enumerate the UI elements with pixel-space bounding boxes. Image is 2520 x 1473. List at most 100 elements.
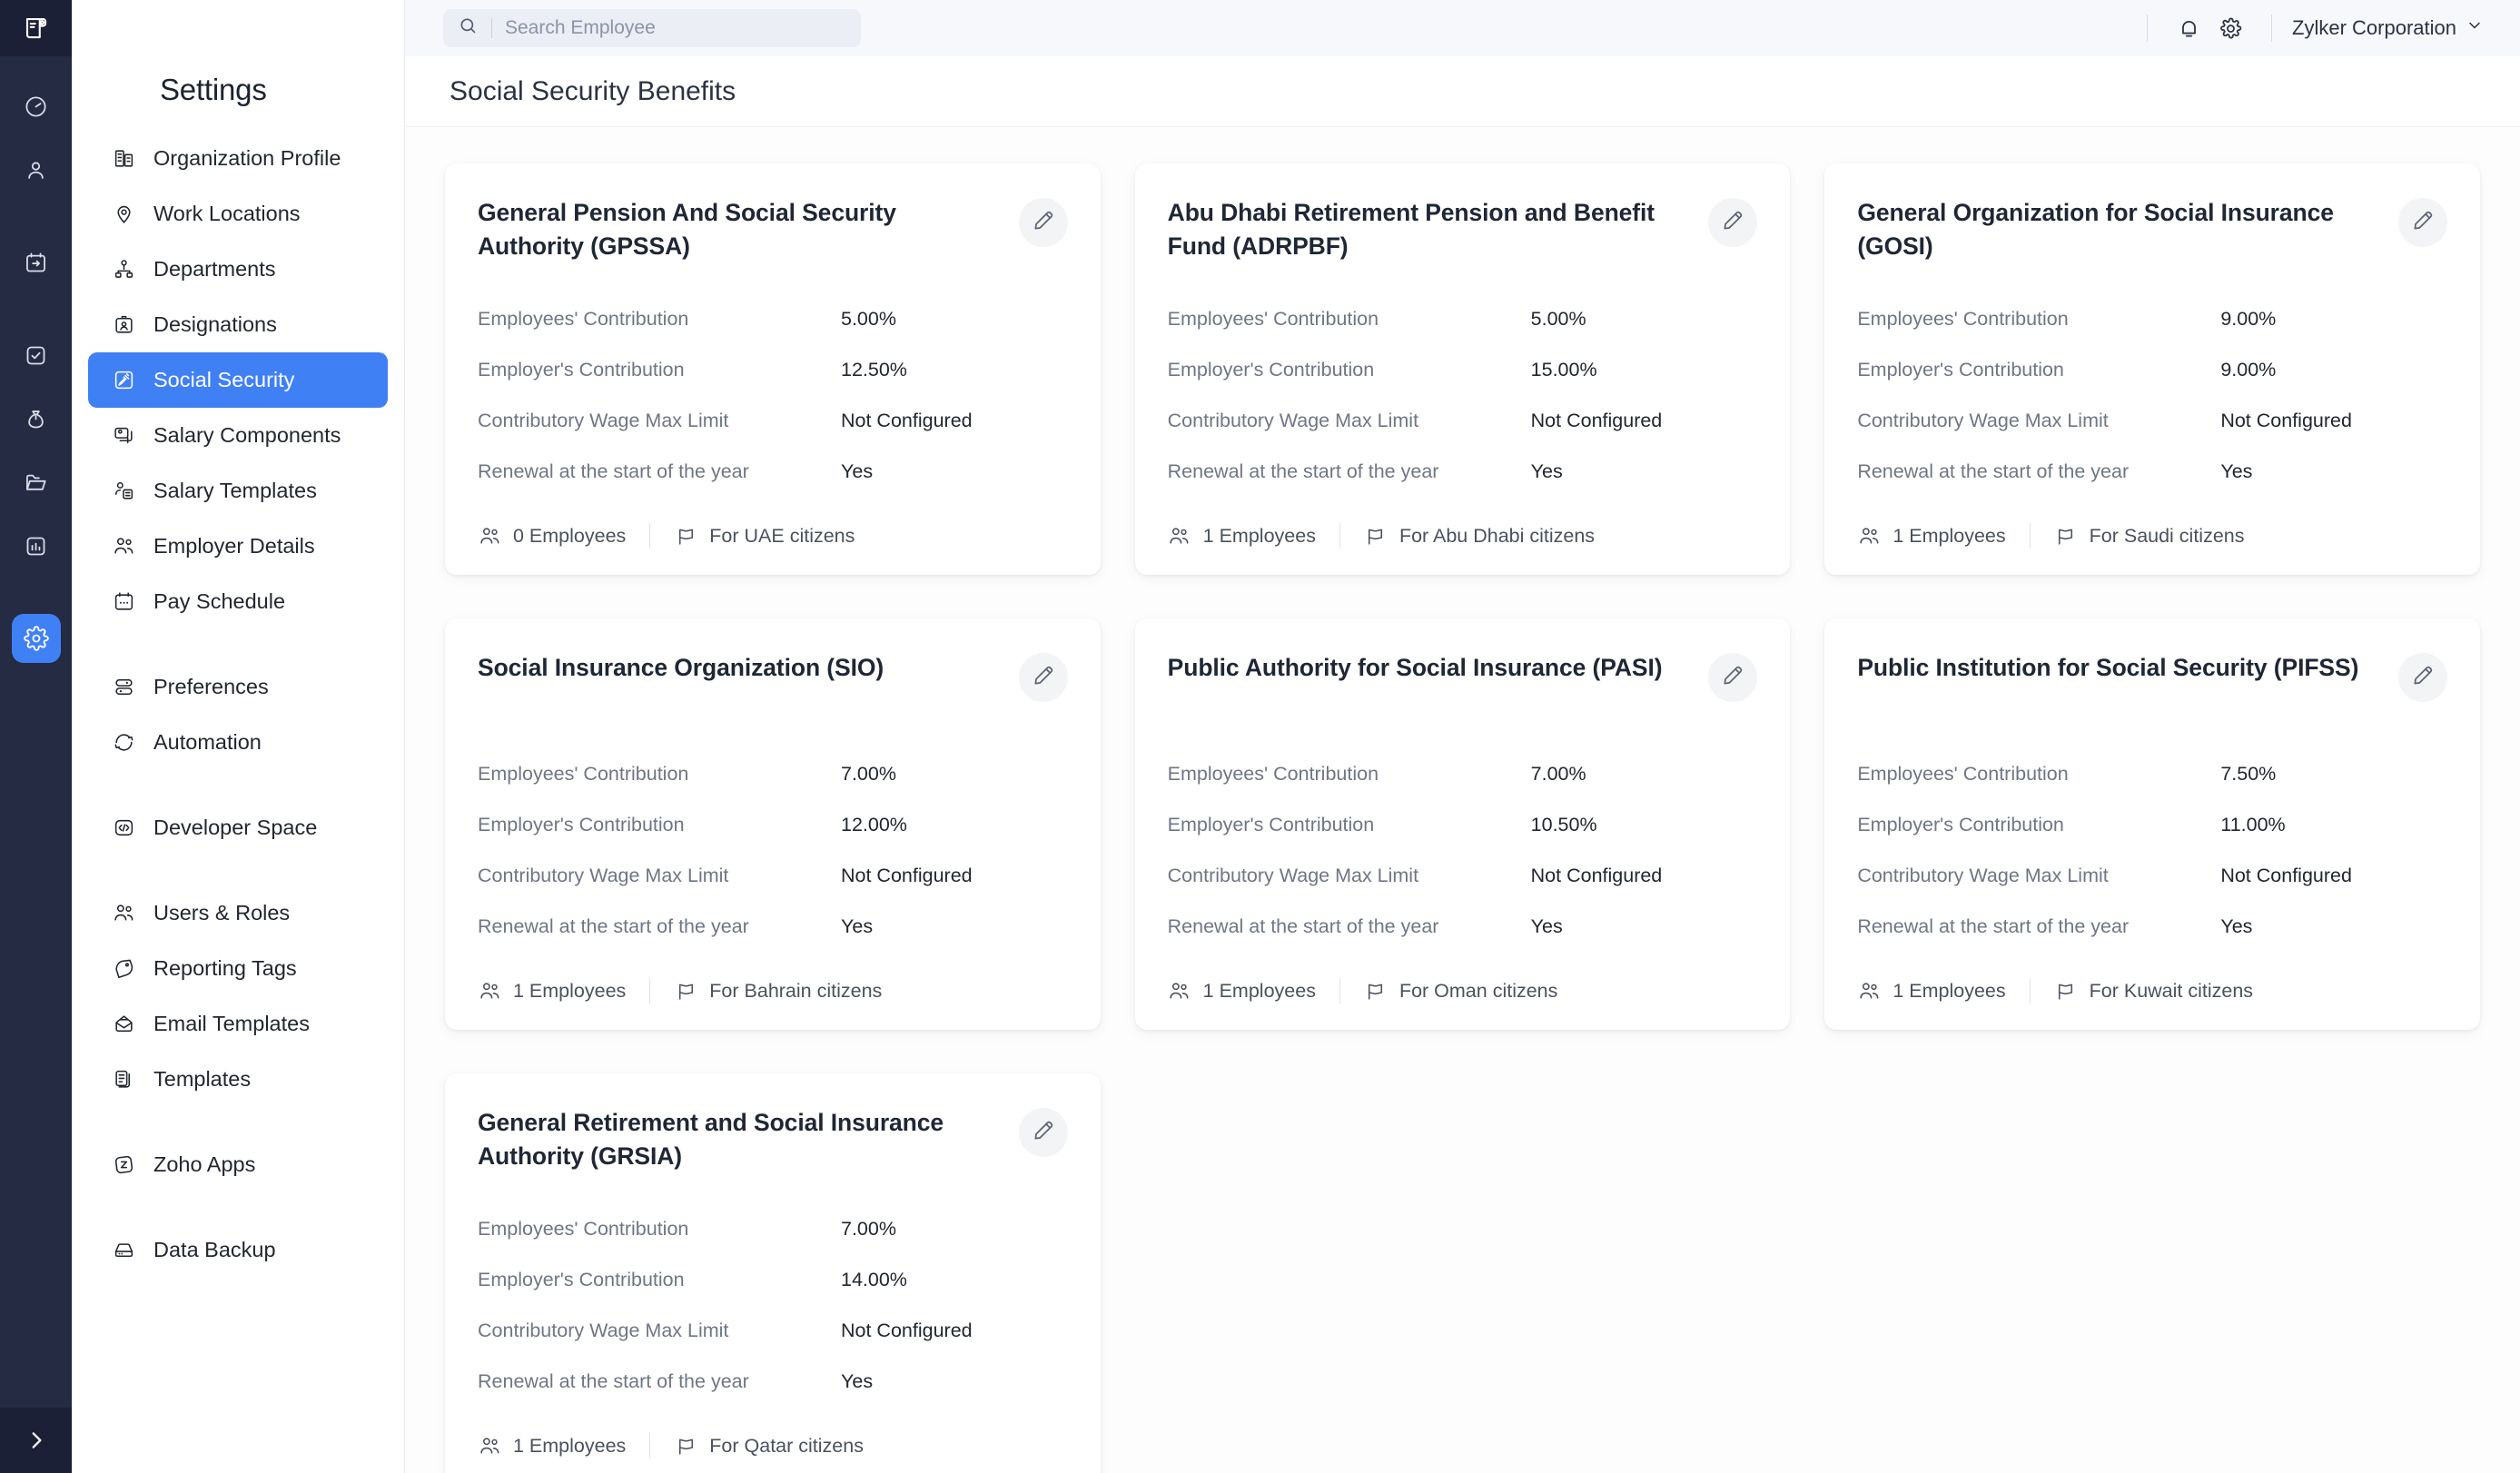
sidebar-item-work-locations[interactable]: Work Locations (88, 186, 388, 242)
row-value: 11.00% (2220, 813, 2286, 835)
rail-item-pay-runs[interactable] (12, 238, 61, 287)
rail-item-list (11, 56, 61, 663)
tag-icon (112, 957, 135, 981)
footer-divider (1339, 523, 1340, 549)
benefit-card-1[interactable]: Abu Dhabi Retirement Pension and Benefit… (1134, 163, 1791, 576)
search-box[interactable] (443, 9, 861, 47)
row-label: Employees' Contribution (1167, 307, 1379, 330)
row-value: 12.00% (841, 813, 907, 835)
row-label: Contributory Wage Max Limit (478, 409, 729, 431)
sidebar-expand-button[interactable] (0, 1408, 72, 1473)
sidebar-item-employer-details[interactable]: Employer Details (88, 519, 388, 574)
flag-icon (1364, 979, 1388, 1003)
edit-button[interactable] (1018, 653, 1068, 703)
people-icon (112, 535, 135, 559)
card-footer: 0 Employees For UAE citizens (478, 497, 1068, 575)
search-input[interactable] (505, 17, 846, 39)
person-doc-icon (112, 479, 135, 503)
edit-button[interactable] (1708, 653, 1758, 703)
rail-item-dashboard[interactable] (12, 82, 61, 131)
detail-row: Employees' Contribution 7.00% (1168, 748, 1758, 799)
row-value: Not Configured (841, 409, 973, 431)
sidebar-item-label: Salary Templates (153, 479, 317, 502)
edit-button[interactable] (1018, 1108, 1068, 1158)
topbar-divider (2147, 15, 2149, 42)
rail-item-settings[interactable] (11, 614, 61, 663)
rail-item-loans[interactable] (12, 394, 61, 443)
rail-item-documents[interactable] (12, 458, 61, 507)
rail-item-employees[interactable] (12, 145, 61, 194)
sidebar-item-pay-schedule[interactable]: Pay Schedule (88, 574, 388, 629)
row-value: Yes (1530, 460, 1563, 482)
sidebar-item-label: Salary Components (153, 423, 341, 447)
benefit-card-3[interactable]: Social Insurance Organization (SIO) Empl… (445, 618, 1101, 1031)
benefit-card-2[interactable]: General Organization for Social Insuranc… (1824, 163, 2480, 576)
detail-row: Contributory Wage Max Limit Not Configur… (1857, 850, 2447, 901)
edit-button[interactable] (1708, 198, 1758, 247)
people-icon (1857, 979, 1881, 1003)
rail-item-reports[interactable] (12, 521, 61, 570)
people-icon (478, 524, 501, 548)
card-detail-rows: Employees' Contribution 5.00% Employer's… (478, 293, 1068, 497)
building-icon (112, 147, 135, 171)
sidebar-item-designations[interactable]: Designations (88, 297, 388, 352)
sidebar-item-social-security[interactable]: Social Security (88, 352, 388, 408)
sidebar-item-zoho-apps[interactable]: Zoho Apps (88, 1137, 388, 1192)
edit-button[interactable] (2398, 198, 2447, 247)
gear-icon[interactable] (2209, 7, 2251, 49)
employee-count-label: 1 Employees (1202, 524, 1316, 547)
row-label: Contributory Wage Max Limit (1857, 864, 2109, 886)
sidebar-item-reporting-tags[interactable]: Reporting Tags (88, 941, 388, 996)
rail-item-approvals[interactable] (12, 331, 61, 380)
app-logo[interactable] (0, 0, 72, 56)
card-footer: 1 Employees For Saudi citizens (1857, 497, 2447, 575)
sidebar-item-label: Zoho Apps (153, 1152, 256, 1176)
sidebar-item-data-backup[interactable]: Data Backup (88, 1222, 388, 1278)
flag-icon (1364, 524, 1388, 548)
bell-icon[interactable] (2168, 7, 2209, 49)
sidebar-item-label: Employer Details (153, 534, 315, 558)
rail-divider (12, 585, 61, 599)
sidebar-item-preferences[interactable]: Preferences (88, 659, 388, 715)
row-label: Employer's Contribution (1167, 813, 1375, 835)
card-title: General Retirement and Social Insurance … (478, 1109, 944, 1170)
people-icon (478, 1434, 501, 1458)
edit-button[interactable] (1018, 198, 1068, 247)
sidebar-item-label: Automation (153, 730, 262, 754)
benefit-card-4[interactable]: Public Authority for Social Insurance (P… (1134, 618, 1791, 1031)
sidebar-item-salary-templates[interactable]: Salary Templates (88, 463, 388, 519)
sidebar-item-salary-components[interactable]: Salary Components (88, 408, 388, 463)
sidebar-item-email-templates[interactable]: Email Templates (88, 996, 388, 1052)
pencil-icon (1032, 1119, 1055, 1147)
rail-divider (12, 302, 61, 316)
org-switcher[interactable]: Zylker Corporation (2292, 16, 2487, 40)
detail-row: Employer's Contribution 12.00% (478, 799, 1068, 850)
employee-count: 1 Employees (1857, 979, 2006, 1003)
card-detail-rows: Employees' Contribution 5.00% Employer's… (1168, 293, 1758, 497)
sidebar-item-users-roles[interactable]: Users & Roles (88, 885, 388, 941)
code-icon (112, 816, 135, 840)
footer-divider (649, 978, 651, 1004)
benefit-card-5[interactable]: Public Institution for Social Security (… (1824, 618, 2480, 1031)
flag-icon (674, 1434, 697, 1458)
rail-divider (12, 209, 61, 223)
sidebar-item-organization-profile[interactable]: Organization Profile (88, 131, 388, 186)
sidebar-item-templates[interactable]: Templates (88, 1052, 388, 1107)
edit-button[interactable] (2398, 653, 2447, 703)
sidebar-item-label: Templates (153, 1067, 252, 1091)
sidebar-item-departments[interactable]: Departments (88, 242, 388, 297)
sidebar-item-automation[interactable]: Automation (88, 715, 388, 770)
sidebar-item-developer-space[interactable]: Developer Space (88, 800, 388, 855)
card-title: Public Institution for Social Security (… (1857, 654, 2359, 682)
row-value: 7.00% (1530, 762, 1586, 785)
row-label: Employees' Contribution (478, 307, 689, 330)
people-icon (1857, 524, 1881, 548)
benefit-card-0[interactable]: General Pension And Social Security Auth… (445, 163, 1101, 576)
citizens-info: For Bahrain citizens (674, 979, 882, 1003)
page-header: Social Security Benefits (405, 56, 2520, 127)
benefit-card-6[interactable]: General Retirement and Social Insurance … (445, 1073, 1101, 1473)
row-label: Contributory Wage Max Limit (1857, 409, 2109, 431)
main-area: Zylker Corporation Social Security Benef… (405, 0, 2520, 1473)
row-label: Renewal at the start of the year (1857, 460, 2130, 482)
